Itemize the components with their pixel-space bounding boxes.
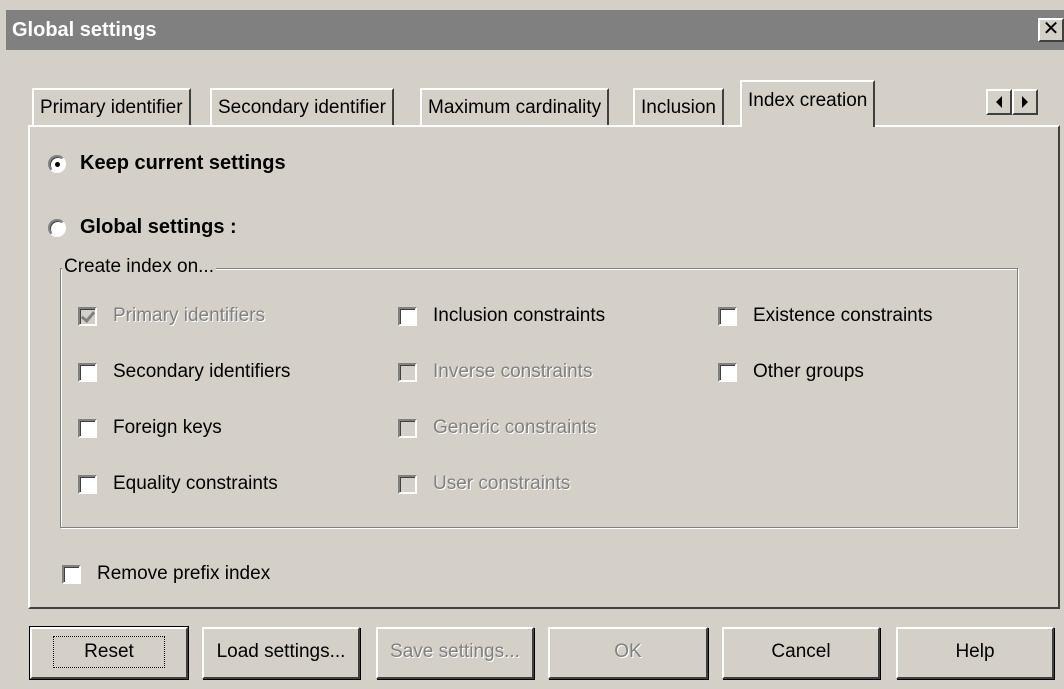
secondary-identifiers-option[interactable]: Secondary identifiers <box>78 361 290 383</box>
global-settings-option[interactable]: Global settings : <box>48 216 237 239</box>
global-settings-radio[interactable] <box>48 218 66 237</box>
tab-scroll-right-button[interactable] <box>1012 89 1038 115</box>
secondary-identifiers-checkbox[interactable] <box>78 362 97 382</box>
generic-constraints-option[interactable]: Generic constraints <box>398 417 597 439</box>
save-settings-button[interactable]: Save settings... <box>376 627 534 679</box>
remove-prefix-label: Remove prefix index <box>97 563 271 584</box>
remove-prefix-option[interactable]: Remove prefix index <box>62 563 270 585</box>
existence-constraints-checkbox[interactable] <box>718 306 737 326</box>
cancel-button[interactable]: Cancel <box>722 627 880 679</box>
equality-constraints-label: Equality constraints <box>113 473 278 494</box>
tab-scroll-left-button[interactable] <box>986 89 1012 115</box>
title-bar: Global settings ✕ <box>6 10 1064 50</box>
equality-constraints-checkbox[interactable] <box>78 474 97 494</box>
global-settings-label: Global settings : <box>80 216 237 238</box>
create-index-legend: Create index on... <box>62 256 216 278</box>
generic-constraints-label: Generic constraints <box>433 417 597 438</box>
other-groups-label: Other groups <box>753 361 864 382</box>
inclusion-constraints-checkbox[interactable] <box>398 306 417 326</box>
user-constraints-label: User constraints <box>433 473 571 494</box>
remove-prefix-checkbox[interactable] <box>62 564 81 584</box>
inverse-constraints-checkbox[interactable] <box>398 362 417 382</box>
inclusion-constraints-option[interactable]: Inclusion constraints <box>398 305 605 327</box>
inclusion-constraints-label: Inclusion constraints <box>433 305 606 326</box>
foreign-keys-checkbox[interactable] <box>78 418 97 438</box>
close-button[interactable]: ✕ <box>1038 18 1064 42</box>
generic-constraints-checkbox[interactable] <box>398 418 417 438</box>
tab-maximum-cardinality[interactable]: Maximum cardinality <box>420 88 610 126</box>
tab-inclusion[interactable]: Inclusion <box>633 88 724 126</box>
keep-current-label: Keep current settings <box>80 152 286 174</box>
other-groups-option[interactable]: Other groups <box>718 361 864 383</box>
tab-scroll-buttons <box>986 89 1038 115</box>
reset-button-label: Reset <box>53 636 165 668</box>
reset-button[interactable]: Reset <box>29 626 189 680</box>
tab-index-creation[interactable]: Index creation <box>740 80 876 127</box>
foreign-keys-label: Foreign keys <box>113 417 222 438</box>
primary-identifiers-checkbox[interactable] <box>78 306 97 326</box>
secondary-identifiers-label: Secondary identifiers <box>113 361 291 382</box>
inverse-constraints-option[interactable]: Inverse constraints <box>398 361 592 383</box>
ok-button[interactable]: OK <box>548 627 708 679</box>
tab-primary-identifier[interactable]: Primary identifier <box>32 88 191 126</box>
arrow-left-icon <box>996 96 1002 108</box>
help-button[interactable]: Help <box>896 627 1054 679</box>
foreign-keys-option[interactable]: Foreign keys <box>78 417 222 439</box>
user-constraints-option[interactable]: User constraints <box>398 473 570 495</box>
tab-secondary-identifier[interactable]: Secondary identifier <box>210 88 394 126</box>
existence-constraints-option[interactable]: Existence constraints <box>718 305 933 327</box>
primary-identifiers-option[interactable]: Primary identifiers <box>78 305 265 327</box>
user-constraints-checkbox[interactable] <box>398 474 417 494</box>
window-title: Global settings <box>12 19 157 41</box>
existence-constraints-label: Existence constraints <box>753 305 933 326</box>
keep-current-option[interactable]: Keep current settings <box>48 152 286 175</box>
equality-constraints-option[interactable]: Equality constraints <box>78 473 278 495</box>
arrow-right-icon <box>1022 96 1028 108</box>
keep-current-radio[interactable] <box>48 154 66 173</box>
other-groups-checkbox[interactable] <box>718 362 737 382</box>
inverse-constraints-label: Inverse constraints <box>433 361 593 382</box>
primary-identifiers-label: Primary identifiers <box>113 305 266 326</box>
load-settings-button[interactable]: Load settings... <box>202 627 360 679</box>
